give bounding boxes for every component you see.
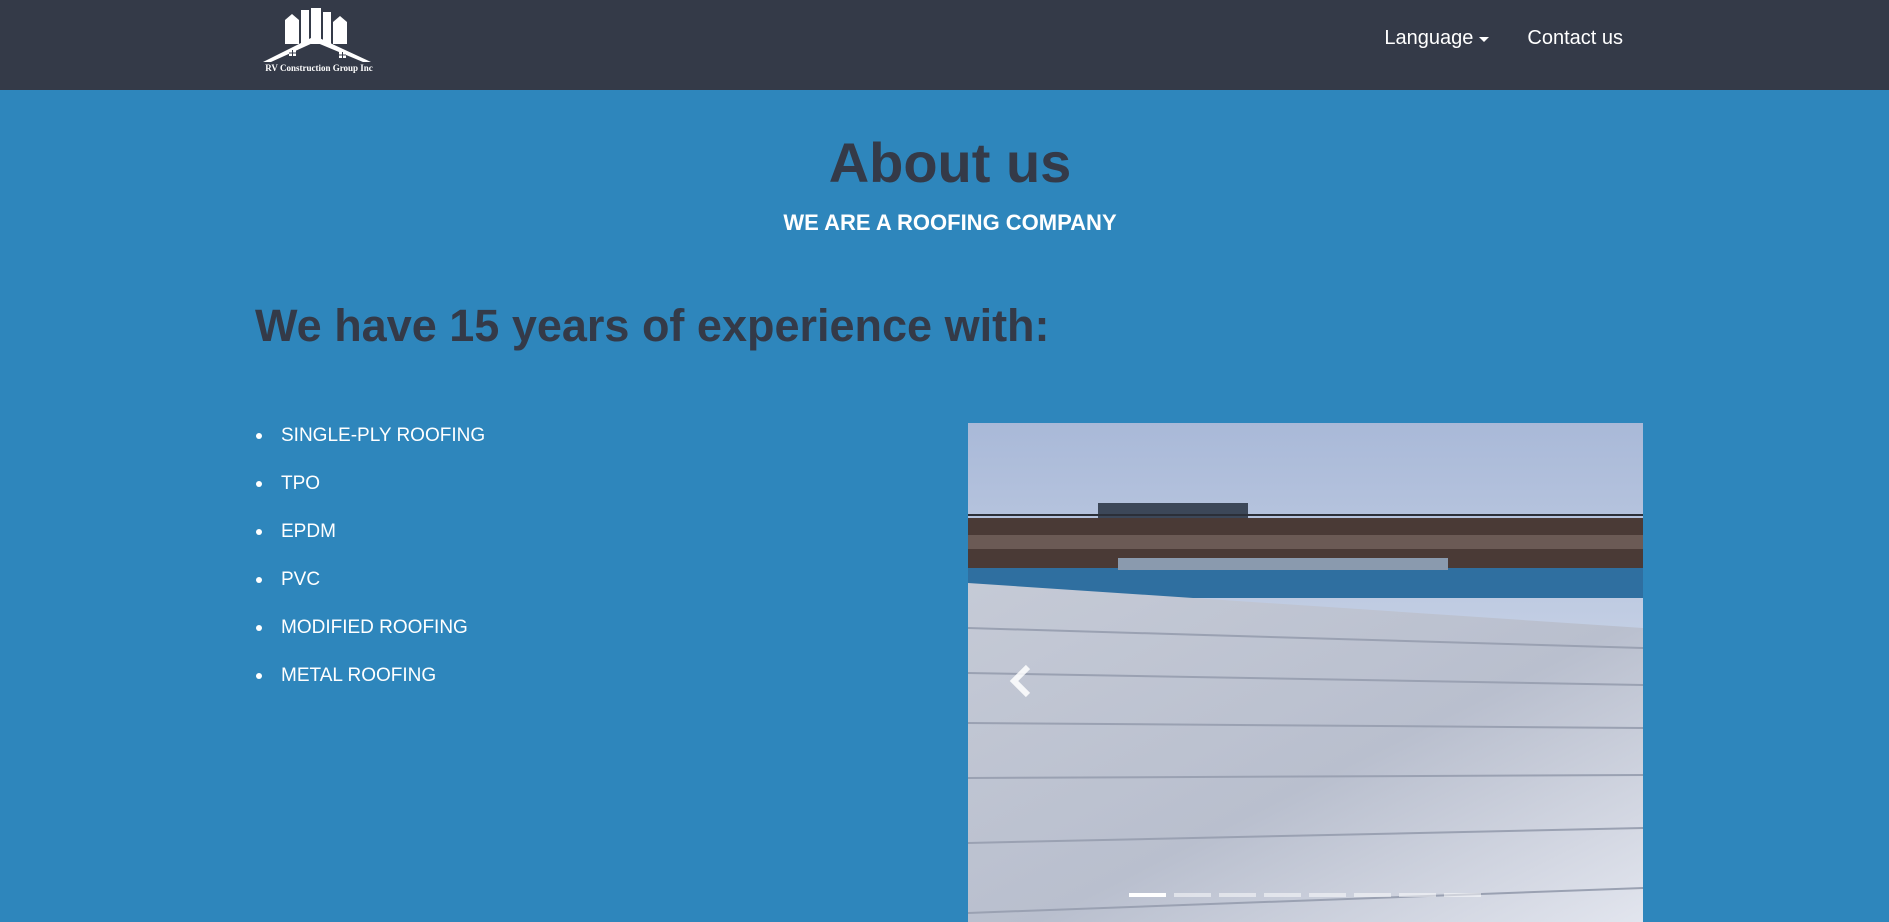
company-logo[interactable]: RV Construction Group Inc [255,6,383,76]
carousel-indicators [1129,893,1481,897]
carousel-indicator[interactable] [1354,893,1391,897]
carousel-indicator[interactable] [1129,893,1166,897]
chevron-left-icon [1009,664,1031,698]
nav-links: Language Contact us [1384,27,1623,50]
list-item: EPDM [255,514,485,562]
contact-us-link[interactable]: Contact us [1527,27,1623,50]
list-item: TPO [255,466,485,514]
list-item: SINGLE-PLY ROOFING [255,418,485,466]
image-carousel[interactable] [968,423,1643,922]
language-label: Language [1384,27,1474,49]
experience-heading: We have 15 years of experience with: [255,300,1050,351]
list-item: MODIFIED ROOFING [255,610,485,658]
services-list: SINGLE-PLY ROOFING TPO EPDM PVC MODIFIED… [255,418,485,706]
logo-text: RV Construction Group Inc [265,63,373,73]
caret-down-icon [1479,37,1490,42]
list-item: PVC [255,562,485,610]
carousel-prev-button[interactable] [1006,661,1036,701]
page-subtitle: WE ARE A ROOFING COMPANY [783,210,1117,235]
carousel-indicator[interactable] [1444,893,1481,897]
page-title: About us [828,131,1072,194]
list-item: METAL ROOFING [255,658,485,706]
roof-photo [968,423,1643,922]
carousel-indicator[interactable] [1309,893,1346,897]
carousel-indicator[interactable] [1174,893,1211,897]
carousel-indicator[interactable] [1219,893,1256,897]
buildings-logo-icon [263,8,371,62]
navbar: RV Construction Group Inc Language Conta… [0,0,1889,90]
carousel-indicator[interactable] [1264,893,1301,897]
language-dropdown[interactable]: Language [1384,27,1490,50]
carousel-indicator[interactable] [1399,893,1436,897]
